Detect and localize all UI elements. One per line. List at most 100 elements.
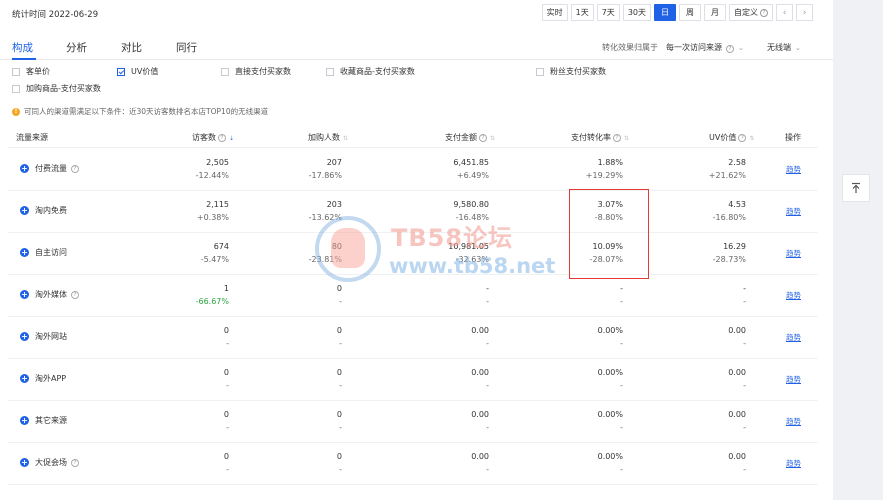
metric-label: 粉丝支付买家数	[550, 67, 606, 76]
table-row: + 自主访问 674 -5.47% 80 -23.81% 10,981.05 -32.63% 1…	[8, 233, 818, 275]
range-1day-button[interactable]: 1天	[570, 4, 594, 21]
checkbox-icon	[536, 67, 544, 76]
cell-value: -	[743, 284, 746, 293]
range-custom-button[interactable]: 自定义?	[729, 4, 773, 21]
sort-desc-icon: ⇣	[229, 135, 235, 142]
terminal-select[interactable]: 无线端 ⌄	[767, 42, 801, 53]
table-header: 流量来源 访客数? ⇣ 加购人数 ⇅ 支付金额? ⇅ 支付转化率? ⇅ UV价值? ⇅ 操…	[8, 124, 818, 148]
metric-label: 客单价	[26, 67, 50, 76]
uv-cell: --	[8, 282, 746, 308]
chevron-down-icon: ⌄	[795, 44, 801, 52]
checkbox-icon	[12, 67, 20, 76]
sort-icon: ⇅	[490, 135, 496, 142]
metric-label: 加购商品-支付买家数	[26, 84, 101, 93]
cell-value: 0.00	[728, 326, 746, 335]
help-icon: ?	[738, 133, 747, 142]
trend-link[interactable]: 趋势	[786, 164, 801, 175]
header-uv-value[interactable]: UV价值? ⇅	[709, 132, 754, 143]
help-icon: ?	[760, 8, 768, 17]
range-30day-button[interactable]: 30天	[622, 4, 651, 21]
trend-link[interactable]: 趋势	[786, 290, 801, 301]
sort-icon: ⇅	[749, 135, 755, 142]
conversion-attribution-label: 转化效果归属于	[602, 43, 658, 52]
header-label: 支付转化率	[571, 133, 611, 142]
uv-cell: 2.58 +21.62%	[8, 156, 746, 182]
header-conversion-rate[interactable]: 支付转化率? ⇅	[571, 132, 629, 143]
arrow-up-icon	[852, 182, 860, 193]
cell-change: +21.62%	[708, 171, 746, 180]
metric-label: UV价值	[131, 67, 159, 76]
uv-cell: 0.00 -	[8, 324, 746, 350]
table-row: + 淘外APP 0-0-0.00-0.00% -0.00- 趋势	[8, 359, 818, 401]
metric-checkbox-direct-buyers[interactable]: 直接支付买家数	[221, 66, 291, 77]
table-row: + 付费流量? 2,505 -12.44% 207 -17.86% 6,451.85 +6.4…	[8, 149, 818, 191]
header-cart-users[interactable]: 加购人数 ⇅	[308, 132, 348, 143]
metric-label: 收藏商品-支付买家数	[340, 67, 415, 76]
header-label: 支付金额	[445, 133, 477, 142]
uv-cell: 0.00 -	[8, 450, 746, 476]
tab-composition[interactable]: 构成	[12, 40, 33, 55]
back-to-top-button[interactable]	[842, 174, 870, 202]
cell-change: -	[743, 465, 746, 474]
conversion-attribution-select[interactable]: 每一次访问来源? ⌄	[666, 42, 744, 53]
checkbox-icon	[221, 67, 229, 76]
header-visitors[interactable]: 访客数? ⇣	[192, 132, 234, 143]
tab-compare[interactable]: 对比	[121, 40, 142, 55]
metric-checkbox-cart-buyers[interactable]: 加购商品-支付买家数	[12, 83, 101, 94]
chevron-down-icon: ⌄	[738, 44, 744, 52]
range-7day-button[interactable]: 7天	[596, 4, 620, 21]
help-icon: ?	[726, 45, 734, 53]
next-date-button[interactable]: ›	[796, 4, 813, 21]
checkbox-icon	[326, 67, 334, 76]
cell-value: 0.00	[728, 452, 746, 461]
tab-peers[interactable]: 同行	[176, 40, 197, 55]
table-row: + 大促会场? 0-0-0.00-0.00% -0.00- 趋势	[8, 443, 818, 485]
notice-text: 可同人的渠道需满足以下条件：近30天访客数排名本店TOP10的无线渠道	[24, 107, 269, 116]
highlight-box	[569, 189, 649, 279]
date-range-group: 实时 1天 7天 30天 日 周 月 自定义? ‹ ›	[541, 4, 813, 21]
range-custom-label: 自定义	[734, 8, 758, 17]
chevron-right-icon: ›	[802, 7, 807, 18]
sort-icon: ⇅	[624, 135, 630, 142]
header-pay-amount[interactable]: 支付金额? ⇅	[445, 132, 495, 143]
trend-link[interactable]: 趋势	[786, 374, 801, 385]
checkbox-icon	[12, 84, 20, 93]
range-week-button[interactable]: 周	[679, 4, 701, 21]
uv-cell: 0.00 -	[8, 366, 746, 392]
help-icon: ?	[479, 133, 487, 142]
cell-change: -	[743, 297, 746, 306]
metric-checkbox-unit-price[interactable]: 客单价	[12, 66, 50, 77]
table-row: + 淘内免费 2,115 +0.38% 203 -13.62% 9,580.80 -16.48…	[8, 191, 818, 233]
trend-link[interactable]: 趋势	[786, 458, 801, 469]
tab-analysis[interactable]: 分析	[66, 40, 87, 55]
trend-link[interactable]: 趋势	[786, 332, 801, 343]
warning-icon: !	[12, 107, 20, 116]
range-month-button[interactable]: 月	[704, 4, 726, 21]
conversion-attribution-value: 每一次访问来源	[666, 43, 722, 52]
header-action: 操作	[785, 133, 801, 142]
cell-change: -	[743, 423, 746, 432]
table-row: + 淘外网站 0-0-0.00-0.00% -0.00- 趋势	[8, 317, 818, 359]
cell-value: 0.00	[728, 410, 746, 419]
header-label: 访客数	[192, 133, 216, 142]
prev-date-button[interactable]: ‹	[776, 4, 793, 21]
tab-bar: 构成 分析 对比 同行 转化效果归属于 每一次访问来源? ⌄ 无线端 ⌄	[0, 32, 833, 60]
help-icon: ?	[218, 133, 226, 142]
right-gutter	[833, 0, 883, 500]
trend-link[interactable]: 趋势	[786, 248, 801, 259]
metric-checkbox-fav-buyers[interactable]: 收藏商品-支付买家数	[326, 66, 415, 77]
trend-link[interactable]: 趋势	[786, 416, 801, 427]
main-panel: 统计时间 2022-06-29 实时 1天 7天 30天 日 周 月 自定义? …	[0, 0, 833, 500]
metric-checkbox-uv-value[interactable]: UV价值	[117, 66, 158, 77]
cell-value: 2.58	[728, 158, 746, 167]
table-row: + 淘外媒体? 1 -66.67% 0- - - - - - - 趋势	[8, 275, 818, 317]
range-realtime-button[interactable]: 实时	[541, 4, 568, 21]
range-day-button[interactable]: 日	[654, 4, 676, 21]
metric-checkbox-fan-buyers[interactable]: 粉丝支付买家数	[536, 66, 606, 77]
trend-link[interactable]: 趋势	[786, 206, 801, 217]
metric-label: 直接支付买家数	[235, 67, 291, 76]
help-icon: ?	[613, 133, 621, 142]
uv-cell: 0.00 -	[8, 408, 746, 434]
header-label: 加购人数	[308, 133, 340, 142]
cell-change: -	[743, 339, 746, 348]
